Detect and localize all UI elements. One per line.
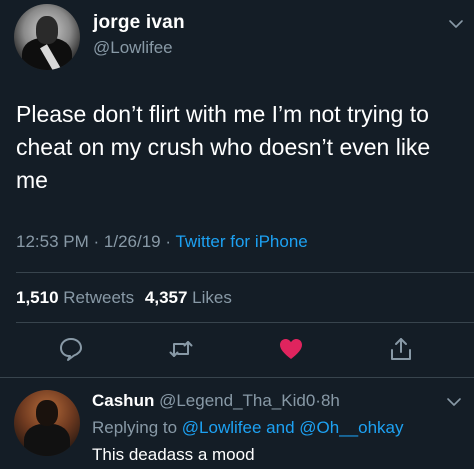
divider <box>16 272 474 273</box>
author-handle[interactable]: @Lowlifee <box>93 38 173 58</box>
reply-author-name[interactable]: Cashun <box>92 391 154 410</box>
heart-icon[interactable] <box>278 336 304 362</box>
tweet-date: 1/26/19 <box>103 232 161 251</box>
author-display-name[interactable]: jorge ivan <box>93 12 185 34</box>
avatar-body <box>24 424 70 456</box>
share-icon[interactable] <box>388 336 414 362</box>
reply-author-handle[interactable]: @Legend_Tha_Kid0 <box>159 391 315 410</box>
tweet-time: 12:53 PM <box>16 232 89 251</box>
avatar-face <box>36 16 58 44</box>
main-tweet: jorge ivan @Lowlifee Please don’t flirt … <box>0 0 474 469</box>
avatar-head <box>36 400 58 426</box>
author-avatar[interactable] <box>14 4 80 70</box>
mention-link[interactable]: @Lowlifee <box>182 418 262 437</box>
tweet-stats: 1,510 Retweets 4,357 Likes <box>16 288 232 308</box>
reply-age: 8h <box>320 391 340 410</box>
reply-author-avatar[interactable] <box>14 390 80 456</box>
reply-tweet[interactable]: Cashun @Legend_Tha_Kid0·8h Replying to @… <box>0 378 474 469</box>
chevron-down-icon[interactable] <box>448 16 464 32</box>
and-label: and <box>266 418 295 437</box>
replying-to: Replying to @Lowlifee and @Oh__ohkay <box>92 418 404 438</box>
retweet-icon[interactable] <box>168 336 194 362</box>
tweet-meta: 12:53 PM · 1/26/19 · Twitter for iPhone <box>16 232 308 252</box>
meta-separator: · <box>93 232 100 251</box>
retweets-count[interactable]: 1,510 <box>16 288 59 307</box>
mention-link[interactable]: @Oh__ohkay <box>299 418 403 437</box>
meta-separator: · <box>165 232 172 251</box>
reply-text: This deadass a mood <box>92 445 255 464</box>
retweets-label[interactable]: Retweets <box>63 288 134 307</box>
reply-icon[interactable] <box>58 336 84 362</box>
replying-to-label: Replying to <box>92 418 178 437</box>
reply-header: Cashun @Legend_Tha_Kid0·8h <box>92 391 340 411</box>
divider <box>16 322 474 323</box>
likes-count[interactable]: 4,357 <box>145 288 188 307</box>
tweet-text: Please don’t flirt with me I’m not tryin… <box>16 101 431 193</box>
likes-label[interactable]: Likes <box>192 288 232 307</box>
chevron-down-icon[interactable] <box>446 394 462 410</box>
tweet-source-link[interactable]: Twitter for iPhone <box>175 232 307 251</box>
